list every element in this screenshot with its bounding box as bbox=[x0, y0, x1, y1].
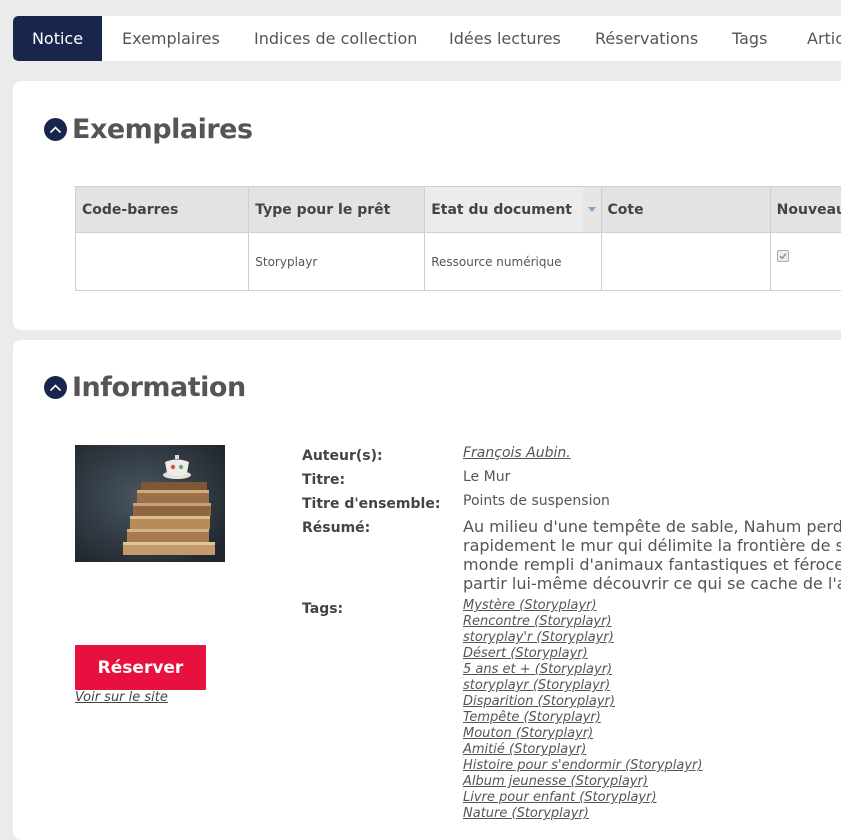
tags-label: Tags: bbox=[302, 601, 343, 617]
cell-nouveau bbox=[770, 233, 841, 291]
column-header-label: Etat du document bbox=[431, 202, 572, 218]
auteur-link[interactable]: François Aubin. bbox=[463, 445, 571, 461]
resume-line: monde rempli d'animaux fantastiques et f… bbox=[463, 555, 841, 574]
exemplaires-header: Exemplaires bbox=[44, 109, 253, 149]
column-header-type-pret[interactable]: Type pour le prêt bbox=[249, 187, 425, 233]
book-cover-image bbox=[75, 445, 225, 562]
information-section: Information bbox=[13, 340, 841, 840]
tab-exemplaires[interactable]: Exemplaires bbox=[122, 16, 220, 61]
cell-etat-document: Ressource numérique bbox=[425, 233, 601, 291]
tab-articles[interactable]: Articles bbox=[807, 16, 841, 61]
cell-type-pret: Storyplayr bbox=[249, 233, 425, 291]
collapse-toggle-icon[interactable] bbox=[44, 118, 67, 141]
titre-ensemble-value: Points de suspension bbox=[463, 493, 610, 509]
tag-link[interactable]: storyplay'r (Storyplayr) bbox=[463, 630, 702, 646]
tab-idees-lectures[interactable]: Idées lectures bbox=[449, 16, 561, 61]
column-header-cote[interactable]: Cote bbox=[601, 187, 770, 233]
resume-line: partir lui-même découvrir ce qui se cach… bbox=[463, 574, 841, 593]
resume-line: Au milieu d'une tempête de sable, Nahum … bbox=[463, 517, 841, 536]
auteur-label: Auteur(s): bbox=[302, 448, 383, 464]
column-header-code-barres[interactable]: Code-barres bbox=[76, 187, 249, 233]
column-header-etat-document[interactable]: Etat du document bbox=[425, 187, 601, 233]
section-title: Information bbox=[72, 372, 246, 403]
tag-link[interactable]: Mouton (Storyplayr) bbox=[463, 726, 702, 742]
table-row: Storyplayr Ressource numérique bbox=[76, 233, 841, 291]
tag-link[interactable]: Tempête (Storyplayr) bbox=[463, 710, 702, 726]
collapse-toggle-icon[interactable] bbox=[44, 376, 67, 399]
tag-link[interactable]: storyplayr (Storyplayr) bbox=[463, 678, 702, 694]
tab-notice[interactable]: Notice bbox=[13, 16, 102, 61]
sort-down-icon[interactable] bbox=[583, 187, 601, 232]
tag-link[interactable]: Rencontre (Storyplayr) bbox=[463, 614, 702, 630]
section-title: Exemplaires bbox=[72, 114, 253, 145]
tag-link[interactable]: Désert (Storyplayr) bbox=[463, 646, 702, 662]
titre-value: Le Mur bbox=[463, 469, 510, 485]
exemplaires-table: Code-barres Type pour le prêt Etat du do… bbox=[75, 186, 841, 291]
exemplaires-section: Exemplaires Code-barres Type pour le prê… bbox=[13, 81, 841, 330]
tag-link[interactable]: Disparition (Storyplayr) bbox=[463, 694, 702, 710]
tag-link[interactable]: Histoire pour s'endormir (Storyplayr) bbox=[463, 758, 702, 774]
nouveau-checkbox bbox=[777, 250, 789, 262]
titre-ensemble-label: Titre d'ensemble: bbox=[302, 496, 440, 512]
tab-indices-collection[interactable]: Indices de collection bbox=[254, 16, 417, 61]
tag-link[interactable]: Livre pour enfant (Storyplayr) bbox=[463, 790, 702, 806]
tag-link[interactable]: Album jeunesse (Storyplayr) bbox=[463, 774, 702, 790]
reserve-button[interactable]: Réserver bbox=[75, 645, 206, 690]
resume-label: Résumé: bbox=[302, 520, 370, 536]
resume-line: rapidement le mur qui délimite la fronti… bbox=[463, 536, 841, 555]
cell-cote bbox=[601, 233, 770, 291]
tag-link[interactable]: Amitié (Storyplayr) bbox=[463, 742, 702, 758]
tag-link[interactable]: Nature (Storyplayr) bbox=[463, 806, 702, 822]
tab-tags[interactable]: Tags bbox=[732, 16, 767, 61]
titre-label: Titre: bbox=[302, 472, 345, 488]
information-header: Information bbox=[44, 367, 246, 407]
tab-reservations[interactable]: Réservations bbox=[595, 16, 698, 61]
column-header-nouveau[interactable]: Nouveau bbox=[770, 187, 841, 233]
tag-link[interactable]: 5 ans et + (Storyplayr) bbox=[463, 662, 702, 678]
voir-sur-le-site-link[interactable]: Voir sur le site bbox=[75, 690, 168, 705]
tab-bar: Notice Exemplaires Indices de collection… bbox=[13, 16, 841, 61]
tags-list: Mystère (Storyplayr) Rencontre (Storypla… bbox=[463, 598, 702, 822]
tag-link[interactable]: Mystère (Storyplayr) bbox=[463, 598, 702, 614]
table-header-row: Code-barres Type pour le prêt Etat du do… bbox=[76, 187, 841, 233]
resume-text: Au milieu d'une tempête de sable, Nahum … bbox=[463, 517, 841, 593]
cell-code-barres bbox=[76, 233, 249, 291]
